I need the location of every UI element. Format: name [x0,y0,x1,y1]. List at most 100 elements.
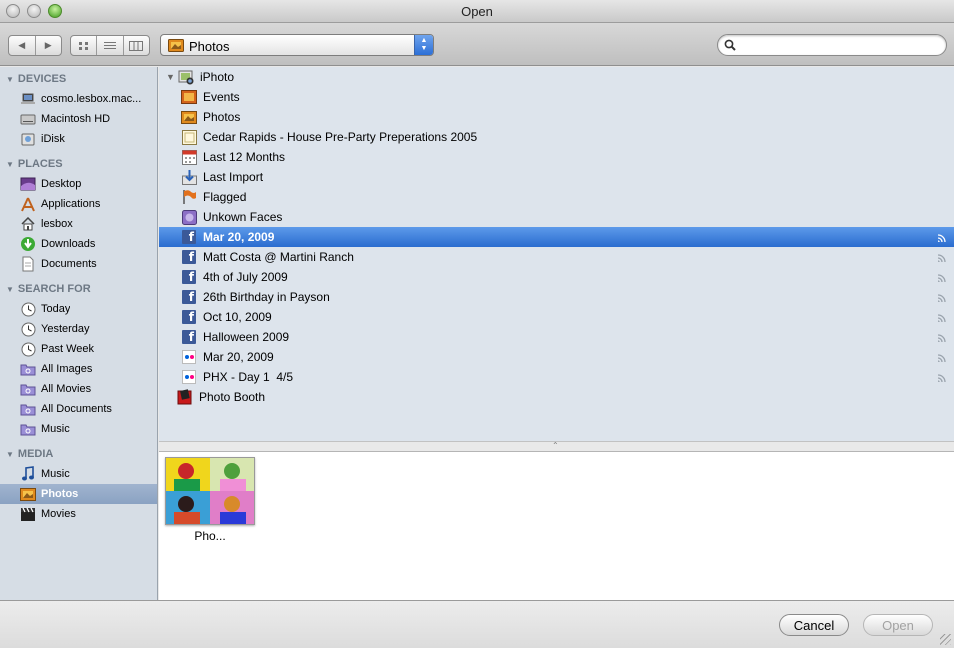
list-item-last-12-months[interactable]: Last 12 Months [159,147,954,167]
window-title: Open [461,4,493,19]
list-item-4th-of-july[interactable]: f 4th of July 2009 [159,267,954,287]
list-item-halloween-2009[interactable]: f Halloween 2009 [159,327,954,347]
sidebar-item-documents[interactable]: Documents [0,254,157,274]
title-bar: Open [0,0,954,23]
list-item-matt-costa[interactable]: f Matt Costa @ Martini Ranch [159,247,954,267]
smart-folder-icon [20,381,36,397]
dialog-button-bar: Cancel Open [0,600,954,648]
list-item-26th-birthday[interactable]: f 26th Birthday in Payson [159,287,954,307]
split-view-divider[interactable]: ⌃ [159,441,954,452]
photos-icon [181,109,197,125]
photo-thumbnail[interactable] [165,457,255,525]
open-button[interactable]: Open [863,614,933,636]
photo-caption: Pho... [194,529,226,543]
sidebar-item-past-week[interactable]: Past Week [0,339,157,359]
smart-folder-icon [20,361,36,377]
location-label: Photos [189,39,230,54]
documents-icon [20,256,36,272]
column-view-button[interactable] [124,36,149,55]
sidebar-item-idisk[interactable]: iDisk [0,129,157,149]
published-signal-icon [937,294,946,302]
sidebar-item-lesbox[interactable]: lesbox [0,214,157,234]
list-item-last-import[interactable]: Last Import [159,167,954,187]
sidebar-item-movies[interactable]: Movies [0,504,157,524]
list-item-events[interactable]: Events [159,87,954,107]
published-signal-icon [937,234,946,242]
search-field[interactable] [717,34,947,56]
icon-view-icon [78,41,88,50]
smart-folder-icon [20,421,36,437]
list-item-phx-day-1[interactable]: PHX - Day 1 4/5 [159,367,954,387]
sidebar-item-desktop[interactable]: Desktop [0,174,157,194]
sidebar-item-all-movies[interactable]: All Movies [0,379,157,399]
published-signal-icon [937,374,946,382]
sidebar-item-cosmo[interactable]: cosmo.lesbox.mac... [0,89,157,109]
downloads-icon [20,236,36,252]
back-button[interactable]: ◀ [9,36,36,55]
facebook-icon: f [182,330,196,344]
applications-icon [20,196,36,212]
desktop-icon [20,176,36,192]
sidebar-item-downloads[interactable]: Downloads [0,234,157,254]
icon-view-button[interactable] [71,36,98,55]
sidebar-item-music-search[interactable]: Music [0,419,157,439]
disclosure-triangle-icon[interactable]: ▼ [6,285,14,294]
disclosure-triangle-icon[interactable]: ▼ [6,160,14,169]
list-item-flagged[interactable]: Flagged [159,187,954,207]
forward-button[interactable]: ▶ [36,36,62,55]
resize-grip-icon[interactable] [940,634,951,645]
search-input[interactable] [740,37,940,53]
list-item-iphoto[interactable]: ▼ iPhoto [159,67,954,87]
location-popup[interactable]: Photos ▲ ▼ [160,34,434,56]
list-item-photos[interactable]: Photos [159,107,954,127]
preview-area: Pho... [159,452,954,600]
search-icon [724,39,736,51]
sidebar-item-music[interactable]: Music [0,464,157,484]
published-signal-icon [937,314,946,322]
sidebar-item-photos[interactable]: Photos [0,484,157,504]
sidebar-section-search-for[interactable]: ▼ SEARCH FOR [0,279,157,299]
facebook-icon: f [182,310,196,324]
facebook-icon: f [182,250,196,264]
list-view-button[interactable] [97,36,124,55]
list-item-album[interactable]: Cedar Rapids - House Pre-Party Preperati… [159,127,954,147]
sidebar-section-media[interactable]: ▼ MEDIA [0,444,157,464]
view-mode-control [70,35,150,56]
sidebar-item-all-documents[interactable]: All Documents [0,399,157,419]
cancel-button[interactable]: Cancel [779,614,849,636]
list-item-unknown-faces[interactable]: Unkown Faces [159,207,954,227]
flag-icon [181,189,197,205]
sidebar: ▼ DEVICES cosmo.lesbox.mac... Macintosh H… [0,67,158,600]
sidebar-section-places[interactable]: ▼ PLACES [0,154,157,174]
sidebar-item-yesterday[interactable]: Yesterday [0,319,157,339]
hard-drive-icon [20,111,36,127]
laptop-icon [20,91,36,107]
calendar-icon [181,149,197,165]
list-item-oct-10-2009[interactable]: f Oct 10, 2009 [159,307,954,327]
disclosure-triangle-icon[interactable]: ▼ [6,450,14,459]
flickr-icon [182,350,196,364]
published-signal-icon [937,274,946,282]
photos-icon [20,486,36,502]
sidebar-item-all-images[interactable]: All Images [0,359,157,379]
list-item-mar-20-2009-flickr[interactable]: Mar 20, 2009 [159,347,954,367]
iphoto-icon [178,69,194,85]
sidebar-item-today[interactable]: Today [0,299,157,319]
sidebar-section-devices[interactable]: ▼ DEVICES [0,69,157,89]
disclosure-triangle-icon[interactable]: ▼ [6,75,14,84]
facebook-icon: f [182,230,196,244]
disclosure-triangle-icon[interactable]: ▼ [166,72,178,82]
photos-folder-icon [168,39,184,52]
list-item-mar-20-2009-facebook[interactable]: f Mar 20, 2009 [159,227,954,247]
sidebar-item-applications[interactable]: Applications [0,194,157,214]
clock-icon [20,321,36,337]
sidebar-item-macintosh-hd[interactable]: Macintosh HD [0,109,157,129]
events-icon [181,89,197,105]
home-icon [20,216,36,232]
divider-grip-icon: ⌃ [552,441,559,450]
clapper-icon [20,506,36,522]
back-forward-control: ◀ ▶ [8,35,62,56]
toolbar: ◀ ▶ Photos ▲ ▼ [0,23,954,66]
published-signal-icon [937,354,946,362]
list-item-photo-booth[interactable]: Photo Booth [159,387,954,407]
